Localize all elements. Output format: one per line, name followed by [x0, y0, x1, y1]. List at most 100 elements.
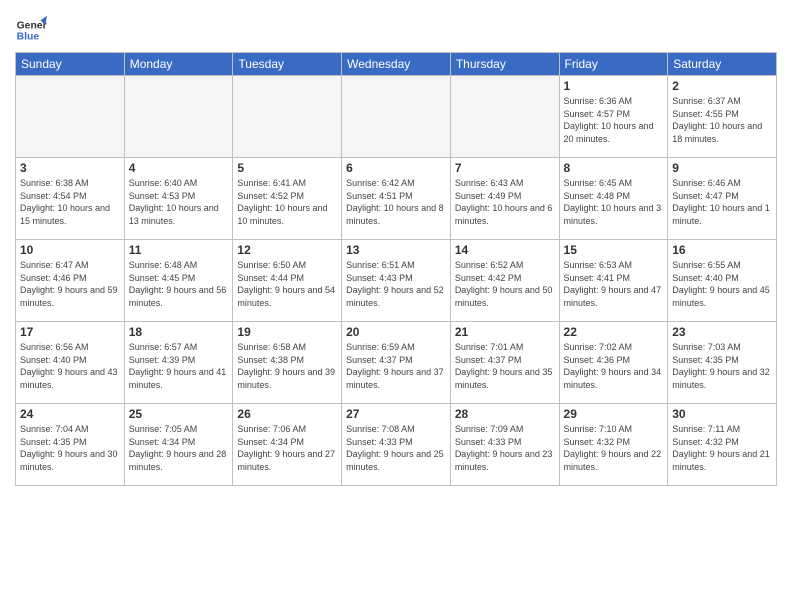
calendar-cell: 28 Sunrise: 7:09 AM Sunset: 4:33 PM Dayli…: [450, 404, 559, 486]
day-info: Sunrise: 6:38 AM Sunset: 4:54 PM Dayligh…: [20, 177, 120, 227]
calendar-cell: 7 Sunrise: 6:43 AM Sunset: 4:49 PM Daylig…: [450, 158, 559, 240]
day-number: 27: [346, 407, 446, 421]
day-info: Sunrise: 6:51 AM Sunset: 4:43 PM Dayligh…: [346, 259, 446, 309]
week-row-3: 17 Sunrise: 6:56 AM Sunset: 4:40 PM Dayli…: [16, 322, 777, 404]
calendar-cell: 3 Sunrise: 6:38 AM Sunset: 4:54 PM Daylig…: [16, 158, 125, 240]
calendar-cell: 13Sunrise: 6:51 AM Sunset: 4:43 PM Dayli…: [342, 240, 451, 322]
day-info: Sunrise: 7:03 AM Sunset: 4:35 PM Dayligh…: [672, 341, 772, 391]
day-info: Sunrise: 6:58 AM Sunset: 4:38 PM Dayligh…: [237, 341, 337, 391]
day-info: Sunrise: 6:47 AM Sunset: 4:46 PM Dayligh…: [20, 259, 120, 309]
calendar-cell: 29Sunrise: 7:10 AM Sunset: 4:32 PM Dayli…: [559, 404, 668, 486]
calendar-cell: 19 Sunrise: 6:58 AM Sunset: 4:38 PM Dayli…: [233, 322, 342, 404]
calendar-cell: [233, 76, 342, 158]
day-number: 23: [672, 325, 772, 339]
day-info: Sunrise: 6:45 AM Sunset: 4:48 PM Dayligh…: [564, 177, 664, 227]
calendar-cell: [16, 76, 125, 158]
calendar-cell: 27 Sunrise: 7:08 AM Sunset: 4:33 PM Dayli…: [342, 404, 451, 486]
day-number: 18: [129, 325, 229, 339]
day-number: 22: [564, 325, 664, 339]
weekday-header-saturday: Saturday: [668, 53, 777, 76]
day-number: 5: [237, 161, 337, 175]
calendar-cell: 2 Sunrise: 6:37 AM Sunset: 4:55 PM Daylig…: [668, 76, 777, 158]
day-info: Sunrise: 6:36 AM Sunset: 4:57 PM Dayligh…: [564, 95, 664, 145]
calendar-cell: 10Sunrise: 6:47 AM Sunset: 4:46 PM Dayli…: [16, 240, 125, 322]
weekday-header-tuesday: Tuesday: [233, 53, 342, 76]
calendar-cell: 18Sunrise: 6:57 AM Sunset: 4:39 PM Dayli…: [124, 322, 233, 404]
svg-text:Blue: Blue: [17, 32, 40, 43]
day-number: 3: [20, 161, 120, 175]
day-info: Sunrise: 6:55 AM Sunset: 4:40 PM Dayligh…: [672, 259, 772, 309]
logo-icon: General Blue: [15, 14, 47, 46]
day-number: 26: [237, 407, 337, 421]
day-info: Sunrise: 6:53 AM Sunset: 4:41 PM Dayligh…: [564, 259, 664, 309]
weekday-header-sunday: Sunday: [16, 53, 125, 76]
day-number: 7: [455, 161, 555, 175]
weekday-header-wednesday: Wednesday: [342, 53, 451, 76]
day-number: 20: [346, 325, 446, 339]
day-number: 19: [237, 325, 337, 339]
calendar-cell: 25 Sunrise: 7:05 AM Sunset: 4:34 PM Dayli…: [124, 404, 233, 486]
calendar-cell: 16 Sunrise: 6:55 AM Sunset: 4:40 PM Dayli…: [668, 240, 777, 322]
weekday-header-monday: Monday: [124, 53, 233, 76]
calendar-cell: [342, 76, 451, 158]
day-number: 2: [672, 79, 772, 93]
day-info: Sunrise: 6:40 AM Sunset: 4:53 PM Dayligh…: [129, 177, 229, 227]
week-row-2: 10Sunrise: 6:47 AM Sunset: 4:46 PM Dayli…: [16, 240, 777, 322]
day-number: 29: [564, 407, 664, 421]
day-info: Sunrise: 6:52 AM Sunset: 4:42 PM Dayligh…: [455, 259, 555, 309]
day-number: 25: [129, 407, 229, 421]
day-info: Sunrise: 6:37 AM Sunset: 4:55 PM Dayligh…: [672, 95, 772, 145]
day-info: Sunrise: 6:59 AM Sunset: 4:37 PM Dayligh…: [346, 341, 446, 391]
day-number: 9: [672, 161, 772, 175]
calendar-cell: 11 Sunrise: 6:48 AM Sunset: 4:45 PM Dayli…: [124, 240, 233, 322]
calendar-cell: 26 Sunrise: 7:06 AM Sunset: 4:34 PM Dayli…: [233, 404, 342, 486]
day-info: Sunrise: 6:56 AM Sunset: 4:40 PM Dayligh…: [20, 341, 120, 391]
day-number: 17: [20, 325, 120, 339]
calendar-cell: [124, 76, 233, 158]
calendar-cell: 17 Sunrise: 6:56 AM Sunset: 4:40 PM Dayli…: [16, 322, 125, 404]
day-info: Sunrise: 7:06 AM Sunset: 4:34 PM Dayligh…: [237, 423, 337, 473]
day-info: Sunrise: 7:08 AM Sunset: 4:33 PM Dayligh…: [346, 423, 446, 473]
calendar-cell: 4 Sunrise: 6:40 AM Sunset: 4:53 PM Daylig…: [124, 158, 233, 240]
weekday-header-friday: Friday: [559, 53, 668, 76]
day-number: 30: [672, 407, 772, 421]
calendar-cell: 21Sunrise: 7:01 AM Sunset: 4:37 PM Dayli…: [450, 322, 559, 404]
calendar-cell: 30Sunrise: 7:11 AM Sunset: 4:32 PM Dayli…: [668, 404, 777, 486]
day-info: Sunrise: 6:46 AM Sunset: 4:47 PM Dayligh…: [672, 177, 772, 227]
day-number: 4: [129, 161, 229, 175]
day-number: 16: [672, 243, 772, 257]
weekday-header-thursday: Thursday: [450, 53, 559, 76]
calendar-cell: 22 Sunrise: 7:02 AM Sunset: 4:36 PM Dayli…: [559, 322, 668, 404]
day-info: Sunrise: 7:01 AM Sunset: 4:37 PM Dayligh…: [455, 341, 555, 391]
calendar-cell: 23 Sunrise: 7:03 AM Sunset: 4:35 PM Dayli…: [668, 322, 777, 404]
day-number: 12: [237, 243, 337, 257]
week-row-0: 1Sunrise: 6:36 AM Sunset: 4:57 PM Daylig…: [16, 76, 777, 158]
week-row-1: 3 Sunrise: 6:38 AM Sunset: 4:54 PM Daylig…: [16, 158, 777, 240]
calendar-cell: 24Sunrise: 7:04 AM Sunset: 4:35 PM Dayli…: [16, 404, 125, 486]
calendar-cell: 20 Sunrise: 6:59 AM Sunset: 4:37 PM Dayli…: [342, 322, 451, 404]
day-number: 8: [564, 161, 664, 175]
calendar-cell: 1Sunrise: 6:36 AM Sunset: 4:57 PM Daylig…: [559, 76, 668, 158]
logo: General Blue: [15, 14, 51, 46]
day-number: 14: [455, 243, 555, 257]
calendar-cell: 6Sunrise: 6:42 AM Sunset: 4:51 PM Daylig…: [342, 158, 451, 240]
header: General Blue: [15, 10, 777, 46]
day-number: 28: [455, 407, 555, 421]
calendar-cell: 15 Sunrise: 6:53 AM Sunset: 4:41 PM Dayli…: [559, 240, 668, 322]
day-info: Sunrise: 7:05 AM Sunset: 4:34 PM Dayligh…: [129, 423, 229, 473]
day-info: Sunrise: 6:48 AM Sunset: 4:45 PM Dayligh…: [129, 259, 229, 309]
day-number: 15: [564, 243, 664, 257]
day-number: 24: [20, 407, 120, 421]
day-info: Sunrise: 7:02 AM Sunset: 4:36 PM Dayligh…: [564, 341, 664, 391]
day-info: Sunrise: 7:09 AM Sunset: 4:33 PM Dayligh…: [455, 423, 555, 473]
calendar-cell: [450, 76, 559, 158]
day-number: 11: [129, 243, 229, 257]
calendar-cell: 5Sunrise: 6:41 AM Sunset: 4:52 PM Daylig…: [233, 158, 342, 240]
calendar-cell: 12 Sunrise: 6:50 AM Sunset: 4:44 PM Dayli…: [233, 240, 342, 322]
day-number: 6: [346, 161, 446, 175]
week-row-4: 24Sunrise: 7:04 AM Sunset: 4:35 PM Dayli…: [16, 404, 777, 486]
day-info: Sunrise: 6:50 AM Sunset: 4:44 PM Dayligh…: [237, 259, 337, 309]
calendar-table: SundayMondayTuesdayWednesdayThursdayFrid…: [15, 52, 777, 486]
day-info: Sunrise: 6:43 AM Sunset: 4:49 PM Dayligh…: [455, 177, 555, 227]
calendar-cell: 14 Sunrise: 6:52 AM Sunset: 4:42 PM Dayli…: [450, 240, 559, 322]
